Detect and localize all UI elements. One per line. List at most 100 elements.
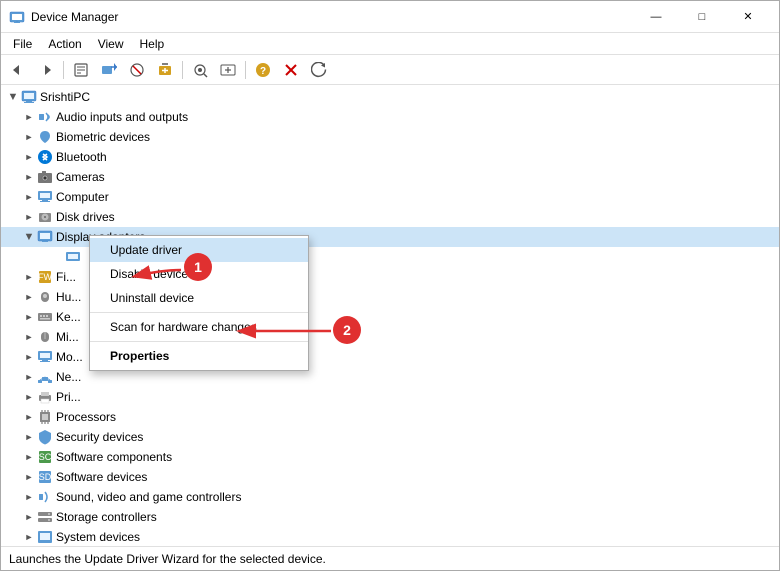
expand-icon-display-child — [49, 247, 65, 267]
tree-item-security[interactable]: ► Security devices — [1, 427, 779, 447]
audio-icon — [37, 109, 53, 125]
tree-item-sound[interactable]: ► Sound, video and game controllers — [1, 487, 779, 507]
software-devices-icon: SD — [37, 469, 53, 485]
tree-label-firmware: Fi... — [56, 270, 76, 284]
tree-item-processors[interactable]: ► Processors — [1, 407, 779, 427]
tree-label-biometric: Biometric devices — [56, 130, 150, 144]
computer-device-icon — [37, 189, 53, 205]
update-driver-toolbar-button[interactable] — [96, 58, 122, 82]
menu-bar: File Action View Help — [1, 33, 779, 55]
expand-icon-storage: ► — [21, 507, 37, 527]
menu-help[interactable]: Help — [132, 35, 173, 53]
tree-item-bluetooth[interactable]: ► Bluetooth — [1, 147, 779, 167]
expand-icon-root: ▼ — [5, 87, 21, 107]
hid-icon — [37, 289, 53, 305]
tree-label-audio: Audio inputs and outputs — [56, 110, 188, 124]
menu-action[interactable]: Action — [40, 35, 89, 53]
annotation-1: 1 — [184, 253, 212, 281]
tree-label-sound: Sound, video and game controllers — [56, 490, 241, 504]
firmware-icon: FW — [37, 269, 53, 285]
annotation-2: 2 — [333, 316, 361, 344]
tree-label-bluetooth: Bluetooth — [56, 150, 107, 164]
expand-icon-software-devices: ► — [21, 467, 37, 487]
tree-label-monitors: Mo... — [56, 350, 83, 364]
maximize-button[interactable]: □ — [679, 1, 725, 33]
window-title: Device Manager — [31, 10, 633, 24]
bluetooth-icon — [37, 149, 53, 165]
close-button[interactable]: ✕ — [725, 1, 771, 33]
refresh-button[interactable] — [306, 58, 332, 82]
forward-button[interactable] — [33, 58, 59, 82]
delete-button[interactable] — [278, 58, 304, 82]
tree-label-software-components: Software components — [56, 450, 172, 464]
help-button[interactable]: ? — [250, 58, 276, 82]
expand-icon-disk: ► — [21, 207, 37, 227]
tree-item-audio[interactable]: ► Audio inputs and outputs — [1, 107, 779, 127]
tree-item-software-components[interactable]: ► SC Software components — [1, 447, 779, 467]
expand-icon-network: ► — [21, 367, 37, 387]
tree-label-disk: Disk drives — [56, 210, 115, 224]
toolbar-separator-3 — [245, 61, 246, 79]
tree-item-biometric[interactable]: ► Biometric devices — [1, 127, 779, 147]
back-button[interactable] — [5, 58, 31, 82]
tree-label-mice: Mi... — [56, 330, 79, 344]
tree-item-storage[interactable]: ► Storage controllers — [1, 507, 779, 527]
window-controls: — □ ✕ — [633, 1, 771, 33]
tree-label-root: SrishtiPC — [40, 90, 90, 104]
expand-icon-sound: ► — [21, 487, 37, 507]
window-icon — [9, 9, 25, 25]
expand-icon-security: ► — [21, 427, 37, 447]
storage-icon — [37, 509, 53, 525]
minimize-button[interactable]: — — [633, 1, 679, 33]
display-icon — [37, 229, 53, 245]
tree-item-disk[interactable]: ► Disk drives — [1, 207, 779, 227]
device-manager-window: Device Manager — □ ✕ File Action View He… — [0, 0, 780, 571]
uninstall-button[interactable] — [152, 58, 178, 82]
tree-item-computer[interactable]: ► Computer — [1, 187, 779, 207]
monitor-icon — [37, 349, 53, 365]
expand-icon-computer: ► — [21, 187, 37, 207]
tree-item-root[interactable]: ▼ SrishtiPC — [1, 87, 779, 107]
context-menu-uninstall-device[interactable]: Uninstall device — [90, 286, 308, 310]
toolbar-separator-1 — [63, 61, 64, 79]
properties-button[interactable] — [68, 58, 94, 82]
software-components-icon: SC — [37, 449, 53, 465]
disable-button[interactable] — [124, 58, 150, 82]
security-icon — [37, 429, 53, 445]
tree-label-network: Ne... — [56, 370, 81, 384]
status-text: Launches the Update Driver Wizard for th… — [9, 552, 326, 566]
menu-file[interactable]: File — [5, 35, 40, 53]
main-content: ▼ SrishtiPC ► — [1, 85, 779, 546]
expand-icon-display: ▼ — [21, 227, 37, 247]
expand-icon-hid: ► — [21, 287, 37, 307]
scan-button[interactable] — [187, 58, 213, 82]
tree-label-processors: Processors — [56, 410, 116, 424]
expand-icon-cameras: ► — [21, 167, 37, 187]
printer-icon — [37, 389, 53, 405]
toolbar: ? — [1, 55, 779, 85]
add-hardware-button[interactable] — [215, 58, 241, 82]
title-bar: Device Manager — □ ✕ — [1, 1, 779, 33]
tree-item-printers[interactable]: ► Pri... — [1, 387, 779, 407]
tree-label-printers: Pri... — [56, 390, 81, 404]
tree-item-software-devices[interactable]: ► SD Software devices — [1, 467, 779, 487]
tree-label-software-devices: Software devices — [56, 470, 147, 484]
context-menu-properties[interactable]: Properties — [90, 344, 308, 368]
expand-icon-keyboard: ► — [21, 307, 37, 327]
tree-item-cameras[interactable]: ► Cameras — [1, 167, 779, 187]
biometric-icon — [37, 129, 53, 145]
tree-label-storage: Storage controllers — [56, 510, 157, 524]
keyboard-icon — [37, 309, 53, 325]
menu-view[interactable]: View — [90, 35, 132, 53]
disk-icon — [37, 209, 53, 225]
expand-icon-printers: ► — [21, 387, 37, 407]
tree-label-system: System devices — [56, 530, 140, 544]
network-icon — [37, 369, 53, 385]
display-device-icon — [65, 249, 81, 265]
tree-item-system[interactable]: ► System devices — [1, 527, 779, 546]
status-bar: Launches the Update Driver Wizard for th… — [1, 546, 779, 570]
expand-icon-audio: ► — [21, 107, 37, 127]
sound-icon — [37, 489, 53, 505]
system-icon — [37, 529, 53, 545]
expand-icon-monitors: ► — [21, 347, 37, 367]
